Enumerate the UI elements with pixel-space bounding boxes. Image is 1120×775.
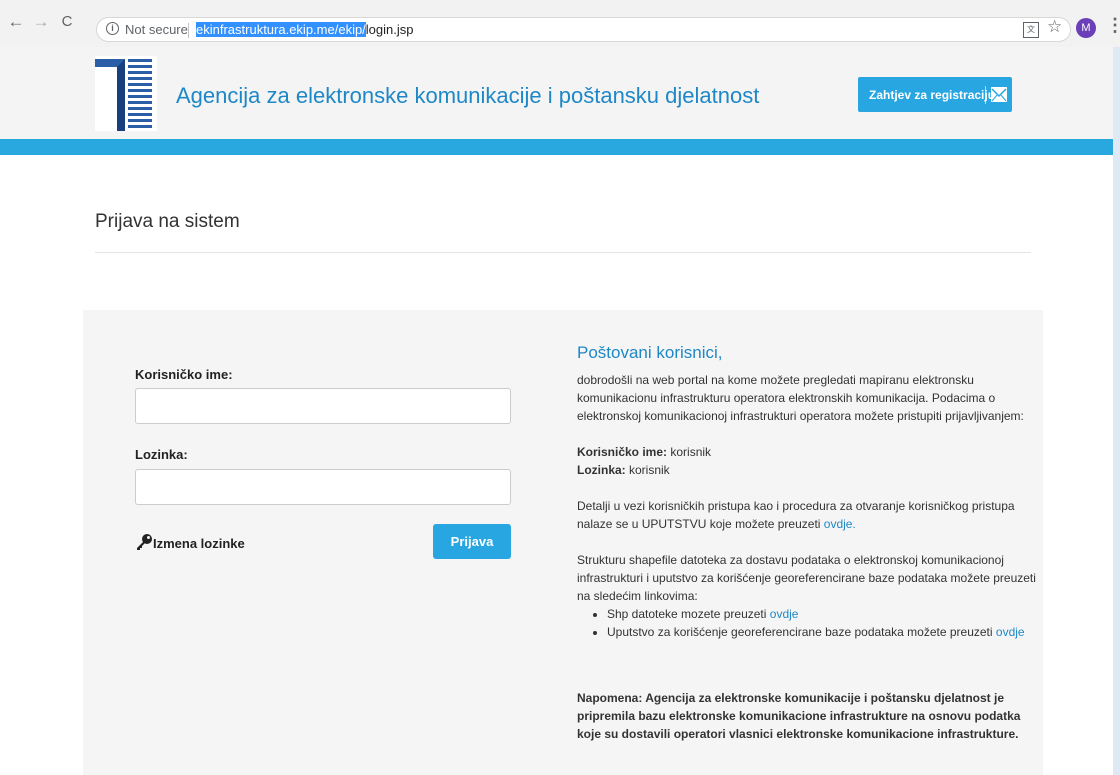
username-input[interactable] <box>135 388 511 424</box>
login-button[interactable]: Prijava <box>433 524 511 559</box>
url-text[interactable]: ekinfrastruktura.ekip.me/ekip/login.jsp <box>196 22 414 37</box>
site-header: Agencija za elektronske komunikacije i p… <box>0 47 1113 139</box>
username-label: Korisničko ime: <box>135 367 233 382</box>
credentials-user: Korisničko ime: korisnik <box>577 443 1037 461</box>
intro-text: dobrodošli na web portal na kome možete … <box>577 373 1024 423</box>
guide-download-link[interactable]: ovdje <box>996 625 1025 639</box>
welcome-info: Poštovani korisnici, dobrodošli na web p… <box>577 342 1037 743</box>
structure-text: Strukturu shapefile datoteka za dostavu … <box>577 553 1036 603</box>
url-rest: login.jsp <box>365 22 414 37</box>
note-text: Napomena: Agencija za elektronske komuni… <box>577 691 1021 741</box>
details-link[interactable]: ovdje. <box>824 517 856 531</box>
download-list: Shp datoteke mozete preuzeti ovdje Uputs… <box>577 605 1037 641</box>
url-separator <box>188 23 189 38</box>
credentials-pass: Lozinka: korisnik <box>577 461 1037 479</box>
greeting-heading: Poštovani korisnici, <box>577 343 723 362</box>
change-password-label: Izmena lozinke <box>153 536 245 551</box>
info-icon[interactable]: i <box>106 22 119 35</box>
translate-icon[interactable]: 文 <box>1023 22 1039 38</box>
registration-request-button[interactable]: Zahtjev za registraciju <box>858 77 1012 112</box>
list-item-text: Shp datoteke mozete preuzeti <box>607 607 770 621</box>
envelope-icon <box>991 87 1007 102</box>
agency-logo <box>95 56 157 131</box>
agency-title: Agencija za elektronske komunikacije i p… <box>176 83 760 108</box>
url-selected: ekinfrastruktura.ekip.me/ekip/ <box>196 22 366 37</box>
profile-avatar[interactable]: M <box>1076 18 1096 38</box>
header-accent-band <box>0 139 1113 155</box>
credentials-user-label: Korisničko ime: <box>577 445 668 459</box>
list-item: Uputstvo za korišćenje georeferencirane … <box>607 623 1037 641</box>
details-text: Detalji u vezi korisničkih pristupa kao … <box>577 499 1015 531</box>
credentials-pass-label: Lozinka: <box>577 463 626 477</box>
browser-toolbar: ← → C i Not secure ekinfrastruktura.ekip… <box>0 0 1120 47</box>
credentials-pass-value: korisnik <box>625 463 670 477</box>
credentials-user-value: korisnik <box>667 445 712 459</box>
password-label: Lozinka: <box>135 447 188 462</box>
address-bar[interactable]: i Not secure ekinfrastruktura.ekip.me/ek… <box>96 17 1071 42</box>
back-arrow-icon[interactable]: ← <box>6 12 26 32</box>
password-input[interactable] <box>135 469 511 505</box>
forward-arrow-icon[interactable]: → <box>31 12 51 32</box>
web-page: Agencija za elektronske komunikacije i p… <box>0 47 1113 775</box>
reload-icon[interactable]: C <box>57 12 77 32</box>
list-item: Shp datoteke mozete preuzeti ovdje <box>607 605 1037 623</box>
button-separator <box>985 86 986 104</box>
key-icon <box>137 534 152 550</box>
login-panel: Korisničko ime: Lozinka: Izmena lozinke … <box>83 310 1043 775</box>
browser-menu-icon[interactable]: ⋮ <box>1106 15 1120 36</box>
not-secure-label: Not secure <box>125 22 188 37</box>
shp-download-link[interactable]: ovdje <box>770 607 799 621</box>
heading-divider <box>95 252 1031 253</box>
details-paragraph: Detalji u vezi korisničkih pristupa kao … <box>577 497 1037 533</box>
registration-button-label: Zahtjev za registraciju <box>869 88 996 102</box>
bookmark-star-icon[interactable]: ☆ <box>1047 17 1062 37</box>
list-item-text: Uputstvo za korišćenje georeferencirane … <box>607 625 996 639</box>
page-title: Prijava na sistem <box>95 211 240 232</box>
